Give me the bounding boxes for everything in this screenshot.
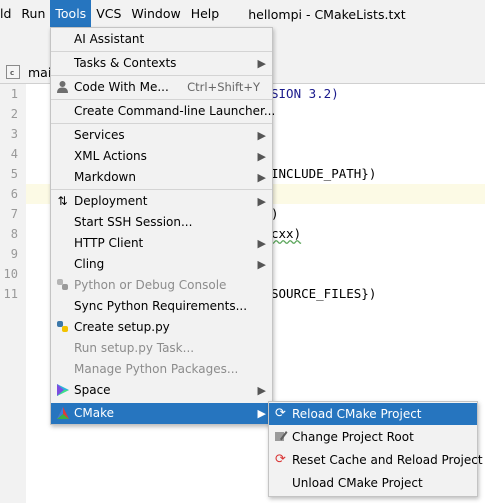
submenu-item-change-project-root[interactable]: Change Project Root — [269, 426, 477, 448]
menu-item-run-setup-task[interactable]: Run setup.py Task... — [51, 338, 272, 359]
menu-vcs[interactable]: VCS — [91, 0, 126, 28]
tab-label: mai — [28, 64, 52, 80]
submenu-arrow-icon: ▶ — [257, 258, 266, 271]
menu-run[interactable]: Run — [16, 0, 50, 28]
code-line-1: SION 3.2) — [271, 86, 339, 101]
code-line-11: SOURCE_FILES}) — [271, 286, 377, 301]
menu-item-xml-actions[interactable]: XML Actions ▶ — [51, 146, 272, 167]
menu-item-sync-python-requirements[interactable]: Sync Python Requirements... — [51, 296, 272, 317]
menu-item-deployment[interactable]: ⇅ Deployment ▶ — [51, 191, 272, 212]
tab-main-file[interactable]: c mai — [6, 60, 51, 84]
submenu-arrow-icon: ▶ — [257, 57, 266, 70]
submenu-arrow-icon: ▶ — [257, 150, 266, 163]
shortcut-label: Ctrl+Shift+Y — [187, 80, 260, 94]
menu-tools[interactable]: Tools — [50, 0, 92, 28]
line-number: 1 — [10, 87, 18, 101]
menu-separator — [51, 51, 272, 52]
python-file-icon — [55, 320, 70, 335]
menu-item-tasks-contexts[interactable]: Tasks & Contexts ▶ — [51, 53, 272, 74]
python-icon — [55, 278, 70, 293]
line-number: 6 — [10, 187, 18, 201]
menu-item-cmake[interactable]: CMake ▶ — [51, 403, 272, 424]
menu-item-services[interactable]: Services ▶ — [51, 125, 272, 146]
menu-item-http-client[interactable]: HTTP Client ▶ — [51, 233, 272, 254]
submenu-arrow-icon: ▶ — [257, 407, 266, 420]
menu-item-code-with-me[interactable]: Code With Me... Ctrl+Shift+Y — [51, 77, 272, 98]
menu-bar: ld Run Tools VCS Window Help hellompi - … — [0, 0, 485, 28]
line-number: 7 — [10, 207, 18, 221]
reset-reload-icon: ⟳ — [275, 452, 286, 467]
line-number: 8 — [10, 227, 18, 241]
reload-icon: ⟳ — [275, 406, 286, 421]
deployment-arrows-icon: ⇅ — [57, 194, 68, 208]
menu-separator — [51, 189, 272, 190]
menu-item-python-console[interactable]: Python or Debug Console — [51, 275, 272, 296]
line-number: 2 — [10, 107, 18, 121]
menu-separator — [51, 75, 272, 76]
menu-item-start-ssh[interactable]: Start SSH Session... — [51, 212, 272, 233]
menu-item-create-launcher[interactable]: Create Command-line Launcher... — [51, 101, 275, 122]
menu-item-manage-python-packages[interactable]: Manage Python Packages... — [51, 359, 272, 380]
menu-separator — [51, 99, 272, 100]
edit-root-icon — [273, 429, 288, 444]
line-number-gutter: 1 2 3 4 5 6 7 8 9 10 11 — [0, 84, 26, 503]
menu-item-create-setup-py[interactable]: Create setup.py — [51, 317, 272, 338]
tools-menu: AI Assistant Tasks & Contexts ▶ Code With… — [50, 27, 275, 425]
line-number: 9 — [10, 247, 18, 261]
code-line-8: cxx) — [271, 226, 302, 241]
line-number: 4 — [10, 147, 18, 161]
submenu-arrow-icon: ▶ — [257, 171, 266, 184]
submenu-item-reload-cmake[interactable]: ⟳ Reload CMake Project — [269, 403, 477, 425]
submenu-item-reset-cache[interactable]: ⟳ Reset Cache and Reload Project — [269, 449, 483, 471]
line-number: 11 — [3, 287, 18, 301]
submenu-item-unload-cmake[interactable]: Unload CMake Project — [269, 472, 477, 494]
menu-item-space[interactable]: Space ▶ — [51, 380, 272, 401]
menu-separator — [51, 123, 272, 124]
menu-item-cling[interactable]: Cling ▶ — [51, 254, 272, 275]
window-title: hellompi - CMakeLists.txt — [248, 6, 406, 22]
c-file-icon: c — [6, 65, 20, 79]
cmake-submenu: ⟳ Reload CMake Project Change Project Ro… — [268, 401, 483, 497]
menu-item-markdown[interactable]: Markdown ▶ — [51, 167, 272, 188]
line-number: 10 — [3, 267, 18, 281]
menu-window[interactable]: Window — [126, 0, 185, 28]
submenu-arrow-icon: ▶ — [257, 237, 266, 250]
user-icon — [55, 80, 70, 95]
line-number: 5 — [10, 167, 18, 181]
menu-build[interactable]: ld — [0, 0, 16, 28]
menu-help[interactable]: Help — [186, 0, 225, 28]
submenu-arrow-icon: ▶ — [257, 195, 266, 208]
space-logo-icon — [55, 383, 70, 398]
line-number: 3 — [10, 127, 18, 141]
menu-item-ai-assistant[interactable]: AI Assistant — [51, 29, 272, 50]
cmake-icon — [55, 406, 70, 421]
code-line-5: INCLUDE_PATH}) — [271, 166, 377, 181]
submenu-arrow-icon: ▶ — [257, 129, 266, 142]
submenu-arrow-icon: ▶ — [257, 384, 266, 397]
